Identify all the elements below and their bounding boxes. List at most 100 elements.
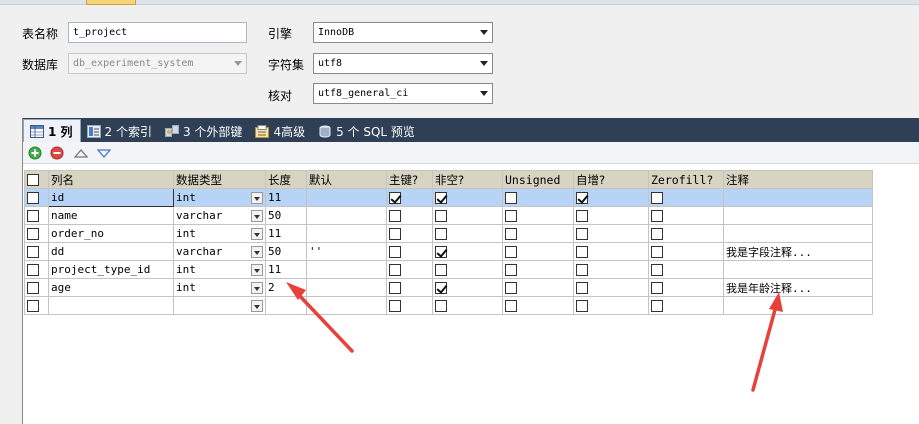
cell-pk[interactable] xyxy=(386,188,433,207)
row-select-checkbox[interactable] xyxy=(27,246,39,258)
column-header-zerofill[interactable]: Zerofill? xyxy=(648,170,724,189)
add-row-icon[interactable] xyxy=(28,146,42,160)
cell-name[interactable]: dd xyxy=(48,242,174,261)
cell-autoinc[interactable] xyxy=(573,242,649,261)
charset-select[interactable]: utf8 xyxy=(313,53,493,74)
cell-unsigned[interactable] xyxy=(502,242,574,261)
cell-notnull[interactable] xyxy=(432,278,503,297)
active-window-tab-edge[interactable] xyxy=(86,0,136,5)
cell-pk[interactable] xyxy=(386,260,433,279)
cell-autoinc-checkbox[interactable] xyxy=(576,246,588,258)
cell-pk[interactable] xyxy=(386,278,433,297)
cell-unsigned-checkbox[interactable] xyxy=(505,264,517,276)
cell-autoinc-checkbox[interactable] xyxy=(576,282,588,294)
type-dropdown-icon[interactable] xyxy=(251,264,263,276)
column-header-comment[interactable]: 注释 xyxy=(723,170,873,189)
column-header-unsigned[interactable]: Unsigned xyxy=(502,170,574,189)
cell-comment[interactable] xyxy=(723,188,873,207)
table-row[interactable]: id int 11 xyxy=(24,188,873,207)
cell-zerofill-checkbox[interactable] xyxy=(651,228,663,240)
cell-length[interactable]: 50 xyxy=(265,206,307,225)
cell-name[interactable]: order_no xyxy=(48,224,174,243)
cell-notnull-checkbox[interactable] xyxy=(435,210,447,222)
select-all-checkbox-cell[interactable] xyxy=(24,170,49,189)
cell-notnull-checkbox[interactable] xyxy=(435,228,447,240)
cell-unsigned-checkbox[interactable] xyxy=(505,228,517,240)
cell-unsigned-checkbox[interactable] xyxy=(505,210,517,222)
delete-row-icon[interactable] xyxy=(50,146,64,160)
row-select-cell[interactable] xyxy=(24,242,49,261)
cell-length[interactable]: 11 xyxy=(265,188,307,207)
cell-default[interactable] xyxy=(306,260,387,279)
column-header-default[interactable]: 默认 xyxy=(306,170,387,189)
cell-comment[interactable]: 我是字段注释... xyxy=(723,242,873,261)
cell-name[interactable]: age xyxy=(48,278,174,297)
cell-name[interactable]: id xyxy=(48,188,174,207)
cell-unsigned[interactable] xyxy=(502,296,574,315)
cell-autoinc[interactable] xyxy=(573,188,649,207)
cell-default[interactable] xyxy=(306,206,387,225)
cell-notnull[interactable] xyxy=(432,242,503,261)
cell-default[interactable] xyxy=(306,278,387,297)
cell-name[interactable]: project_type_id xyxy=(48,260,174,279)
cell-zerofill-checkbox[interactable] xyxy=(651,210,663,222)
row-select-checkbox[interactable] xyxy=(27,228,39,240)
cell-notnull[interactable] xyxy=(432,260,503,279)
cell-zerofill-checkbox[interactable] xyxy=(651,282,663,294)
cell-autoinc[interactable] xyxy=(573,296,649,315)
cell-unsigned[interactable] xyxy=(502,206,574,225)
cell-length[interactable]: 11 xyxy=(265,260,307,279)
type-dropdown-icon[interactable] xyxy=(251,192,263,204)
select-all-checkbox[interactable] xyxy=(27,174,39,186)
cell-autoinc-checkbox[interactable] xyxy=(576,192,588,204)
row-select-cell[interactable] xyxy=(24,296,49,315)
cell-pk[interactable] xyxy=(386,206,433,225)
cell-zerofill[interactable] xyxy=(648,278,724,297)
cell-notnull-checkbox[interactable] xyxy=(435,246,447,258)
row-select-checkbox[interactable] xyxy=(27,210,39,222)
database-select[interactable]: db_experiment_system xyxy=(68,53,247,74)
row-select-cell[interactable] xyxy=(24,278,49,297)
cell-unsigned-checkbox[interactable] xyxy=(505,192,517,204)
cell-zerofill-checkbox[interactable] xyxy=(651,300,663,312)
cell-notnull-checkbox[interactable] xyxy=(435,282,447,294)
cell-pk-checkbox[interactable] xyxy=(389,264,401,276)
cell-type[interactable]: int xyxy=(173,278,266,297)
tab-foreign-keys[interactable]: 3 个外部键 xyxy=(159,120,249,142)
cell-autoinc-checkbox[interactable] xyxy=(576,264,588,276)
cell-default[interactable] xyxy=(306,224,387,243)
cell-notnull-checkbox[interactable] xyxy=(435,192,447,204)
row-select-checkbox[interactable] xyxy=(27,192,39,204)
cell-type[interactable]: varchar xyxy=(173,206,266,225)
cell-pk-checkbox[interactable] xyxy=(389,192,401,204)
table-row[interactable]: dd varchar 50 '' 我是字段注释... xyxy=(24,242,873,261)
row-select-checkbox[interactable] xyxy=(27,264,39,276)
cell-length[interactable] xyxy=(265,296,307,315)
cell-type[interactable]: int xyxy=(173,260,266,279)
cell-length[interactable]: 11 xyxy=(265,224,307,243)
cell-length[interactable]: 50 xyxy=(265,242,307,261)
cell-zerofill[interactable] xyxy=(648,242,724,261)
collation-select[interactable]: utf8_general_ci xyxy=(313,83,493,104)
cell-notnull[interactable] xyxy=(432,224,503,243)
type-dropdown-icon[interactable] xyxy=(251,210,263,222)
type-dropdown-icon[interactable] xyxy=(251,228,263,240)
cell-zerofill[interactable] xyxy=(648,188,724,207)
cell-unsigned[interactable] xyxy=(502,278,574,297)
column-header-name[interactable]: 列名 xyxy=(48,170,174,189)
cell-pk-checkbox[interactable] xyxy=(389,210,401,222)
cell-zerofill[interactable] xyxy=(648,224,724,243)
cell-unsigned[interactable] xyxy=(502,260,574,279)
type-dropdown-icon[interactable] xyxy=(251,282,263,294)
cell-autoinc-checkbox[interactable] xyxy=(576,300,588,312)
cell-zerofill[interactable] xyxy=(648,206,724,225)
cell-type[interactable]: varchar xyxy=(173,242,266,261)
cell-notnull-checkbox[interactable] xyxy=(435,264,447,276)
column-header-pk[interactable]: 主键? xyxy=(386,170,433,189)
cell-unsigned-checkbox[interactable] xyxy=(505,246,517,258)
tab-columns[interactable]: 1 列 xyxy=(23,119,81,142)
row-select-checkbox[interactable] xyxy=(27,300,39,312)
tab-sql-preview[interactable]: 5 个 SQL 预览 xyxy=(312,120,422,142)
cell-length[interactable]: 2 xyxy=(265,278,307,297)
cell-name[interactable]: name xyxy=(48,206,174,225)
